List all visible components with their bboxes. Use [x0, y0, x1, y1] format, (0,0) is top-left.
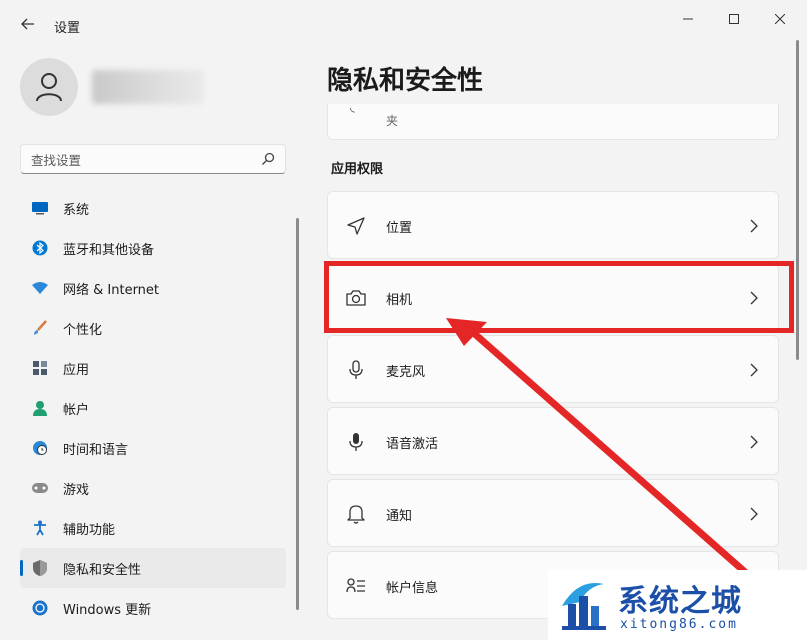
sidebar-scrollbar[interactable]	[296, 218, 299, 610]
person-icon	[36, 73, 62, 102]
sidebar-item-windows-update[interactable]: Windows 更新	[20, 588, 286, 628]
blurred-user-name	[92, 70, 204, 104]
sidebar-item-privacy-security[interactable]: 隐私和安全性	[20, 548, 286, 588]
globe-clock-icon	[30, 438, 50, 458]
section-label-app-permissions: 应用权限	[331, 162, 384, 177]
sidebar-item-time-language[interactable]: 时间和语言	[20, 428, 286, 468]
chevron-right-icon	[750, 507, 758, 521]
sidebar-item-label: 个性化	[63, 322, 103, 338]
sidebar-item-label: 网络 & Internet	[63, 282, 160, 298]
permission-label: 语音激活	[386, 437, 439, 452]
sidebar-item-label: 帐户	[63, 402, 90, 418]
accessibility-icon	[30, 518, 50, 538]
sidebar-item-network[interactable]: 网络 & Internet	[20, 268, 286, 308]
maximize-icon	[729, 14, 739, 24]
account-info-icon	[346, 576, 366, 596]
sidebar-item-personalization[interactable]: 个性化	[20, 308, 286, 348]
sidebar-item-bluetooth[interactable]: 蓝牙和其他设备	[20, 228, 286, 268]
maximize-button[interactable]	[716, 8, 752, 30]
sidebar-item-gaming[interactable]: 游戏	[20, 468, 286, 508]
partial-icon: ◟	[350, 100, 355, 114]
sidebar-item-label: 辅助功能	[63, 522, 116, 538]
bell-icon	[346, 504, 366, 524]
back-button[interactable]	[14, 12, 42, 36]
sidebar-item-label: 时间和语言	[63, 442, 129, 458]
search-input[interactable]	[31, 150, 251, 170]
person-icon	[30, 398, 50, 418]
title-bar: 设置	[0, 0, 807, 40]
permission-row-voice-activation[interactable]: 语音激活	[327, 407, 779, 475]
app-title: 设置	[54, 21, 81, 36]
monitor-icon	[30, 198, 50, 218]
city-logo-icon	[562, 582, 606, 630]
apps-icon	[30, 358, 50, 378]
sidebar-nav: 系统 蓝牙和其他设备 网络 & Internet 个性化 应用 帐户 时间和语言	[20, 188, 286, 628]
minimize-icon	[683, 18, 693, 20]
wifi-icon	[30, 278, 50, 298]
sidebar-item-label: 游戏	[63, 482, 90, 498]
voice-activation-icon	[346, 432, 366, 452]
settings-window: 设置 系统 蓝牙和其他设备 网络 & Inte	[0, 0, 807, 640]
permission-label: 位置	[386, 221, 413, 236]
sidebar-item-system[interactable]: 系统	[20, 188, 286, 228]
close-icon	[775, 14, 785, 24]
close-button[interactable]	[762, 8, 798, 30]
arrow-left-icon	[21, 18, 34, 30]
chevron-right-icon	[750, 435, 758, 449]
search-icon[interactable]	[261, 152, 275, 166]
watermark-url: xitong86.com	[620, 617, 738, 632]
sidebar-item-label: Windows 更新	[63, 602, 152, 618]
user-profile[interactable]	[20, 58, 280, 122]
partial-settings-card[interactable]: ◟ 夹	[327, 100, 779, 140]
sidebar-item-label: 系统	[63, 202, 90, 218]
watermark: 系统之城 xitong86.com	[548, 570, 807, 640]
location-icon	[346, 216, 366, 236]
gamepad-icon	[30, 478, 50, 498]
microphone-icon	[346, 360, 366, 380]
brush-icon	[30, 318, 50, 338]
permission-label: 麦克风	[386, 365, 426, 380]
partial-card-text: 夹	[386, 114, 399, 128]
sidebar-item-label: 蓝牙和其他设备	[63, 242, 155, 258]
content-scrollbar[interactable]	[796, 40, 799, 360]
sidebar-item-label: 应用	[63, 362, 90, 378]
sidebar-item-apps[interactable]: 应用	[20, 348, 286, 388]
bluetooth-icon	[30, 238, 50, 258]
search-box[interactable]	[20, 144, 286, 174]
sidebar-item-label: 隐私和安全性	[63, 562, 142, 578]
update-icon	[30, 598, 50, 618]
sidebar-item-accessibility[interactable]: 辅助功能	[20, 508, 286, 548]
watermark-title: 系统之城	[618, 584, 742, 619]
permission-row-notifications[interactable]: 通知	[327, 479, 779, 547]
chevron-right-icon	[750, 363, 758, 377]
sidebar-item-accounts[interactable]: 帐户	[20, 388, 286, 428]
permission-row-location[interactable]: 位置	[327, 191, 779, 259]
shield-icon	[30, 558, 50, 578]
page-title: 隐私和安全性	[327, 66, 484, 96]
red-highlight-box	[324, 261, 794, 333]
permission-row-microphone[interactable]: 麦克风	[327, 335, 779, 403]
avatar	[20, 58, 78, 116]
minimize-button[interactable]	[670, 8, 706, 30]
permission-label: 通知	[386, 509, 413, 524]
permission-label: 帐户信息	[386, 581, 439, 596]
chevron-right-icon	[750, 219, 758, 233]
